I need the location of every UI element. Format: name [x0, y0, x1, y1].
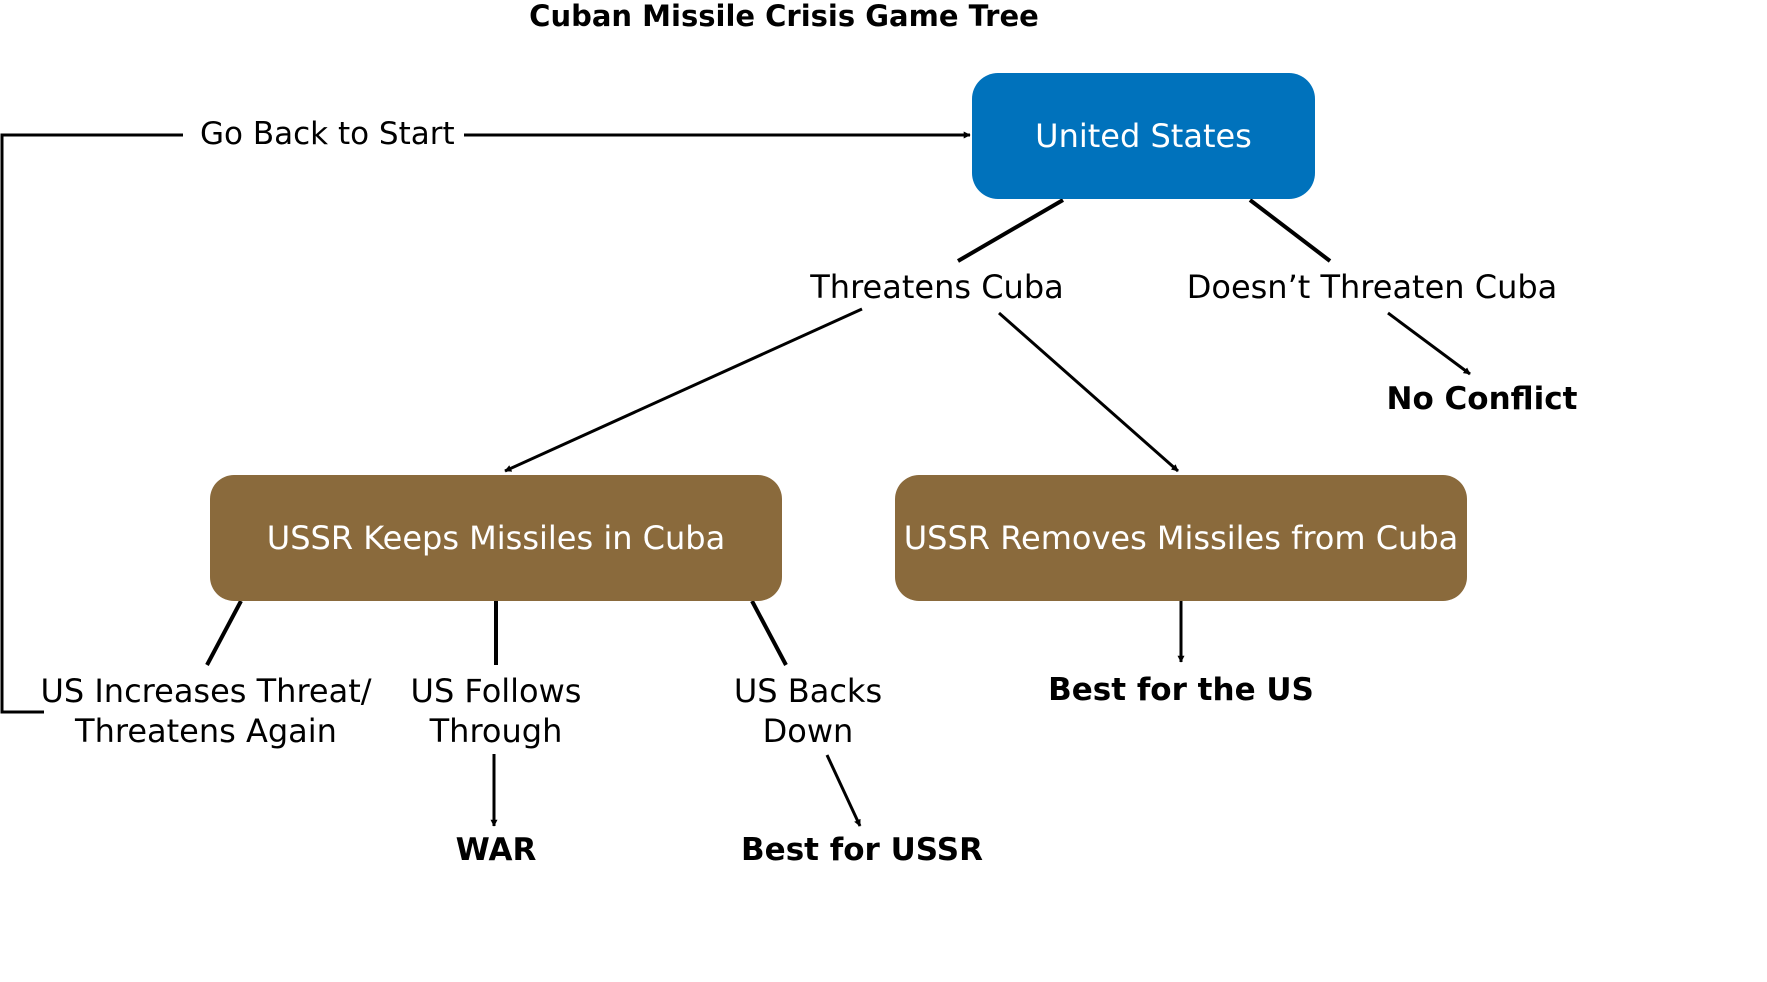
- outcome-war: WAR: [455, 832, 537, 868]
- choice-doesnt-threaten-cuba: Doesn’t Threaten Cuba: [1186, 268, 1558, 306]
- node-united-states: United States: [972, 73, 1315, 199]
- choice-us-backs-down: US Backs Down: [733, 672, 883, 750]
- edge-threatens-to-keeps: [504, 307, 863, 473]
- node-ussr-keeps-missiles: USSR Keeps Missiles in Cuba: [210, 475, 782, 601]
- edge-backs-to-best-ussr: [825, 754, 862, 827]
- loop-label-go-back-to-start: Go Back to Start: [200, 116, 455, 152]
- edge-doesnt-to-no-conflict: [1387, 311, 1471, 376]
- edge-loop-back-left: [0, 133, 183, 714]
- edge-us-to-threatens: [956, 198, 1065, 263]
- edge-threatens-to-removes: [998, 311, 1179, 473]
- outcome-best-for-ussr: Best for USSR: [741, 832, 983, 868]
- outcome-no-conflict: No Conflict: [1386, 381, 1578, 417]
- choice-us-increases-threat: US Increases Threat/ Threatens Again: [40, 672, 372, 750]
- edge-keeps-to-backs: [750, 600, 788, 666]
- node-ussr-removes-missiles: USSR Removes Missiles from Cuba: [895, 475, 1467, 601]
- outcome-best-for-us: Best for the US: [1048, 672, 1314, 708]
- choice-us-follows-through: US Follows Through: [410, 672, 582, 750]
- diagram-title: Cuban Missile Crisis Game Tree: [529, 0, 1039, 33]
- choice-threatens-cuba: Threatens Cuba: [810, 268, 1064, 306]
- edge-keeps-to-increases: [205, 600, 243, 666]
- edge-us-to-doesnt-threaten: [1248, 198, 1332, 263]
